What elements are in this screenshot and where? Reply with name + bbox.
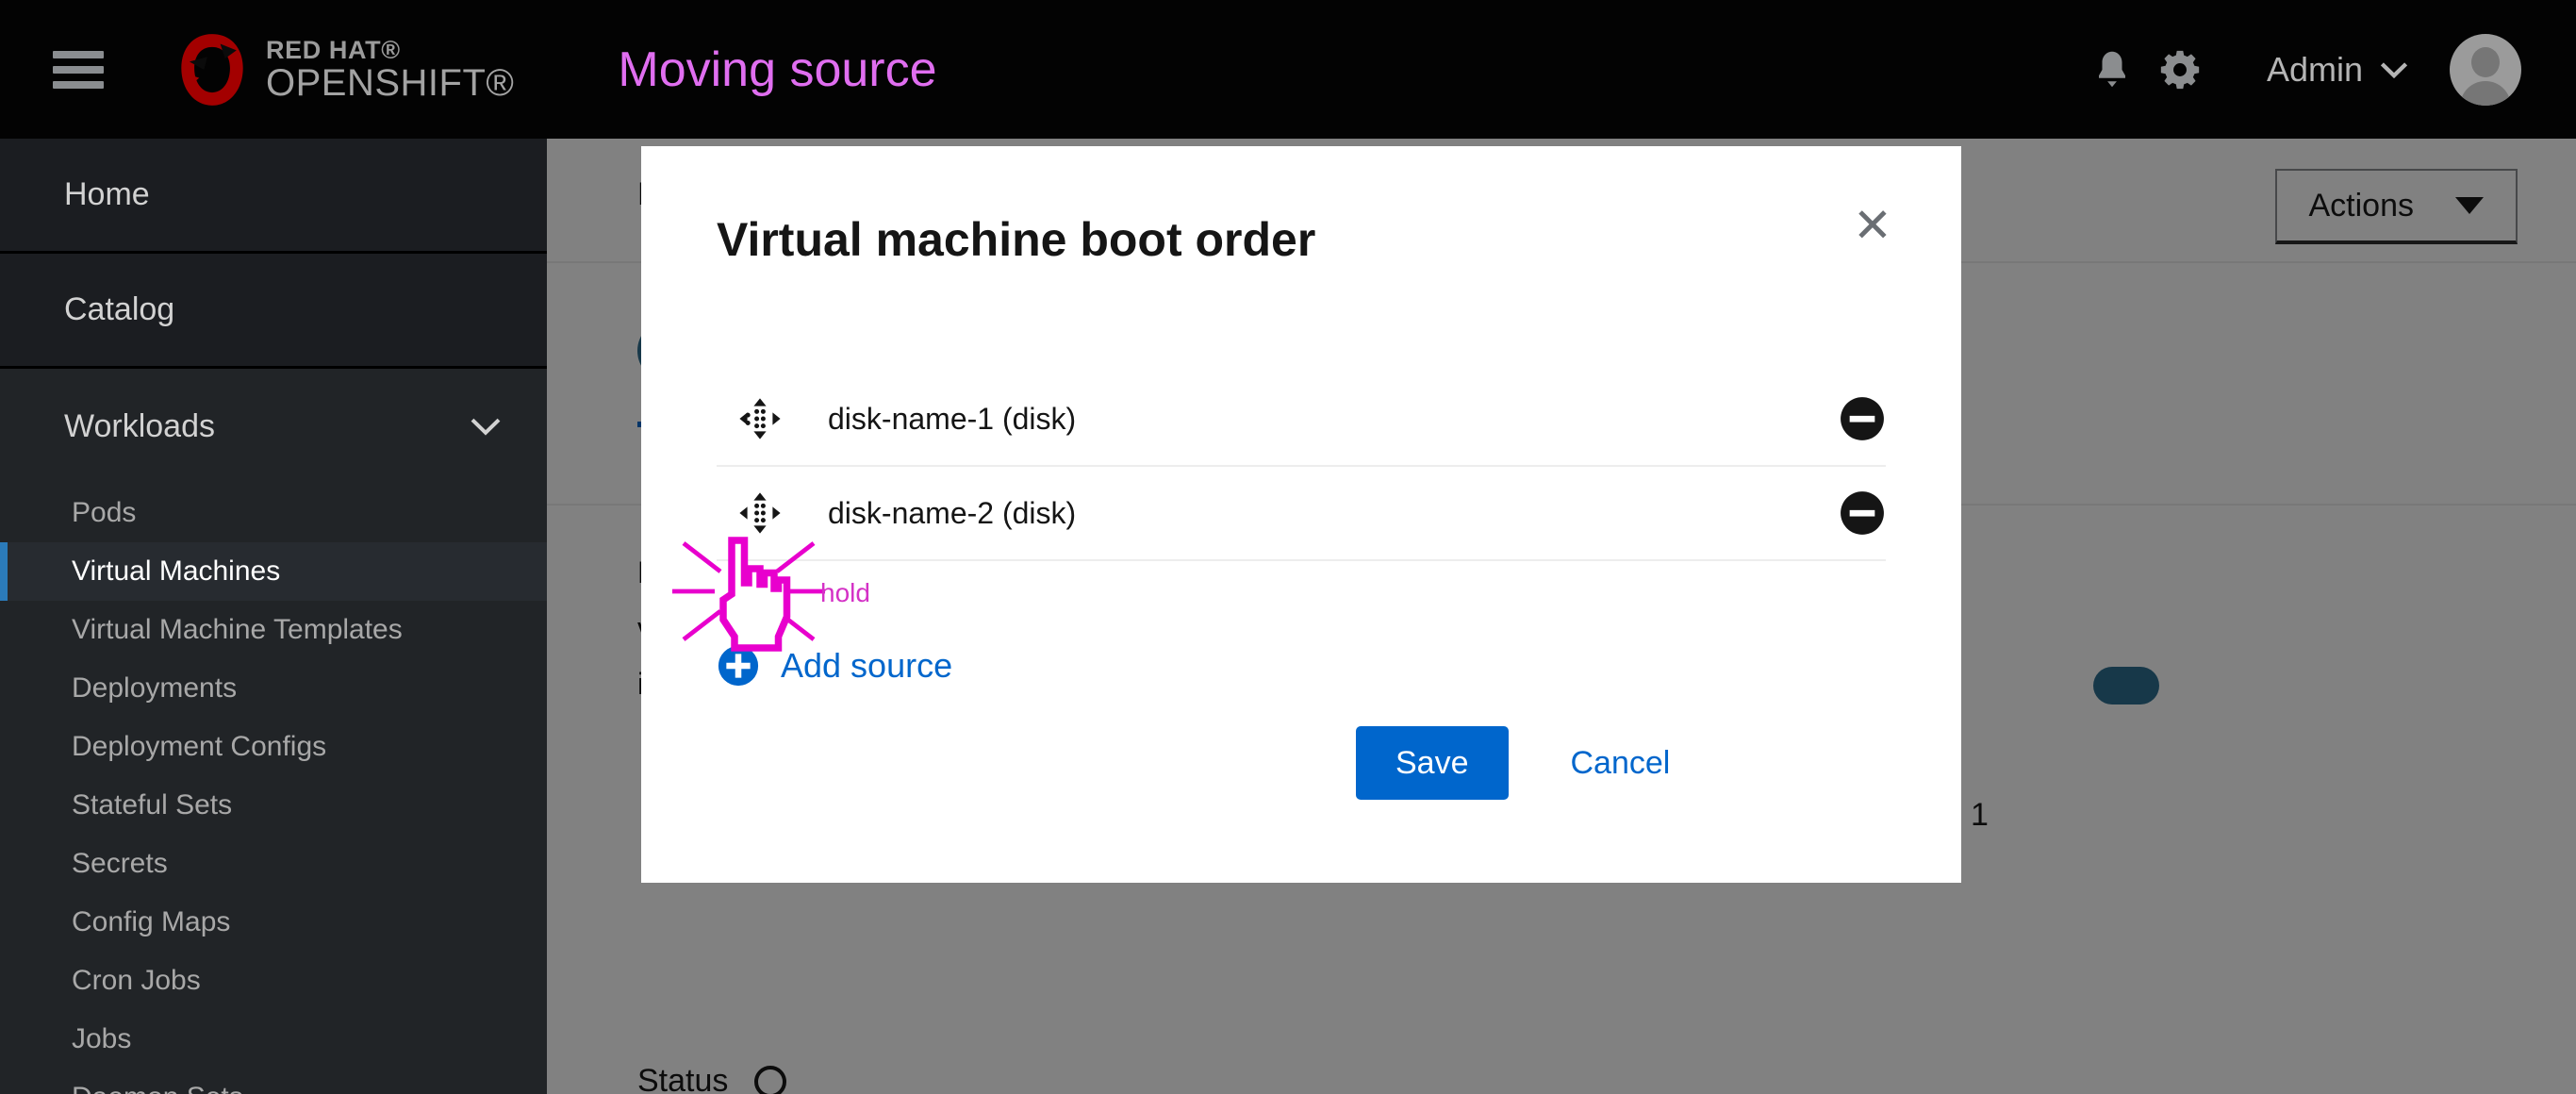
sidebar-item-label: Deployment Configs bbox=[72, 731, 327, 762]
modal-footer-actions: Save Cancel bbox=[1356, 726, 1670, 800]
sidebar-item-label: Daemon Sets bbox=[72, 1082, 243, 1094]
save-button[interactable]: Save bbox=[1356, 726, 1509, 800]
sidebar-item-stateful-sets[interactable]: Stateful Sets bbox=[0, 776, 547, 835]
sidebar-section-toggle-workloads[interactable]: Workloads bbox=[0, 369, 547, 484]
sidebar-item-virtual-machines[interactable]: Virtual Machines bbox=[0, 542, 547, 601]
sidebar-item-label: Home bbox=[64, 176, 150, 212]
boot-item-label: disk-name-2 (disk) bbox=[828, 495, 1077, 530]
masthead-actions: Admin bbox=[2078, 33, 2521, 106]
gear-glyph bbox=[2160, 50, 2200, 89]
cursor-annotation-zone: hold bbox=[672, 537, 1886, 652]
chevron-down-icon bbox=[471, 418, 501, 436]
sidebar-section-label: Workloads bbox=[64, 407, 215, 444]
sidebar-item-catalog[interactable]: Catalog bbox=[0, 254, 547, 369]
add-source-label: Add source bbox=[781, 646, 953, 685]
sidebar-section-workloads: Workloads Pods Virtual Machines Virtual … bbox=[0, 369, 547, 1094]
sidebar-item-label: Config Maps bbox=[72, 906, 231, 937]
sidebar-item-label: Virtual Machine Templates bbox=[72, 614, 403, 645]
boot-item-label: disk-name-1 (disk) bbox=[828, 401, 1077, 436]
sidebar-item-cron-jobs[interactable]: Cron Jobs bbox=[0, 952, 547, 1010]
sidebar-item-daemon-sets[interactable]: Daemon Sets bbox=[0, 1069, 547, 1094]
boot-order-row: disk-name-2 (disk) bbox=[717, 467, 1886, 561]
drag-move-icon[interactable] bbox=[737, 490, 783, 536]
bell-glyph bbox=[2098, 51, 2125, 87]
menu-toggle-icon[interactable] bbox=[53, 50, 104, 89]
sidebar-item-label: Stateful Sets bbox=[72, 789, 233, 820]
sidebar-item-label: Deployments bbox=[72, 672, 238, 704]
minus-circle-icon[interactable] bbox=[1839, 489, 1886, 537]
add-source-button[interactable]: Add source bbox=[717, 644, 1886, 688]
sidebar-item-secrets[interactable]: Secrets bbox=[0, 835, 547, 893]
notification-bell-icon[interactable] bbox=[2078, 36, 2146, 104]
sidebar-item-label: Cron Jobs bbox=[72, 965, 201, 996]
app-root: RED HAT® OPENSHIFT® Moving source Admin bbox=[0, 0, 2576, 1094]
settings-gear-icon[interactable] bbox=[2146, 36, 2214, 104]
hold-annotation-label: hold bbox=[820, 578, 870, 607]
boot-order-row: disk-name-1 (disk) bbox=[717, 373, 1886, 467]
sidebar-item-home[interactable]: Home bbox=[0, 139, 547, 254]
brand-redhat-text: RED HAT® bbox=[266, 35, 401, 64]
sidebar-item-config-maps[interactable]: Config Maps bbox=[0, 893, 547, 952]
sidebar-item-jobs[interactable]: Jobs bbox=[0, 1010, 547, 1069]
sidebar-item-deployments[interactable]: Deployments bbox=[0, 659, 547, 718]
hamburger-bar bbox=[53, 80, 104, 89]
boot-order-modal: Virtual machine boot order ✕ disk-name-1… bbox=[641, 146, 1961, 883]
sidebar-item-label: Jobs bbox=[72, 1023, 132, 1054]
modal-title: Virtual machine boot order bbox=[717, 213, 1316, 266]
masthead: RED HAT® OPENSHIFT® Moving source Admin bbox=[0, 0, 2576, 139]
close-icon[interactable]: ✕ bbox=[1842, 195, 1903, 256]
brand-openshift-text: OPENSHIFT® bbox=[266, 61, 515, 104]
boot-order-list: disk-name-1 (disk) disk-name-2 (disk) bbox=[717, 373, 1886, 561]
red-hat-logo-icon bbox=[181, 33, 243, 106]
avatar[interactable] bbox=[2450, 33, 2521, 106]
sidebar-item-label: Virtual Machines bbox=[72, 555, 281, 587]
hamburger-bar bbox=[53, 65, 104, 74]
sidebar-navigation: Home Catalog Workloads Pods Virtual Mach… bbox=[0, 139, 547, 1094]
chevron-down-icon bbox=[2380, 61, 2408, 78]
user-menu[interactable]: Admin bbox=[2267, 50, 2408, 90]
page-annotation-label: Moving source bbox=[618, 41, 937, 97]
sidebar-item-deployment-configs[interactable]: Deployment Configs bbox=[0, 718, 547, 776]
user-menu-label: Admin bbox=[2266, 49, 2363, 89]
sidebar-item-pods[interactable]: Pods bbox=[0, 484, 547, 542]
sidebar-item-label: Catalog bbox=[64, 291, 175, 327]
sidebar-item-label: Pods bbox=[72, 497, 137, 528]
minus-circle-icon[interactable] bbox=[1839, 395, 1886, 442]
cancel-button[interactable]: Cancel bbox=[1571, 745, 1671, 782]
drag-move-icon[interactable] bbox=[737, 396, 783, 441]
hamburger-bar bbox=[53, 50, 104, 58]
sidebar-item-label: Secrets bbox=[72, 848, 168, 879]
sidebar-item-virtual-machine-templates[interactable]: Virtual Machine Templates bbox=[0, 601, 547, 659]
openshift-logo[interactable]: RED HAT® OPENSHIFT® bbox=[172, 29, 514, 110]
plus-circle-icon bbox=[718, 645, 759, 687]
